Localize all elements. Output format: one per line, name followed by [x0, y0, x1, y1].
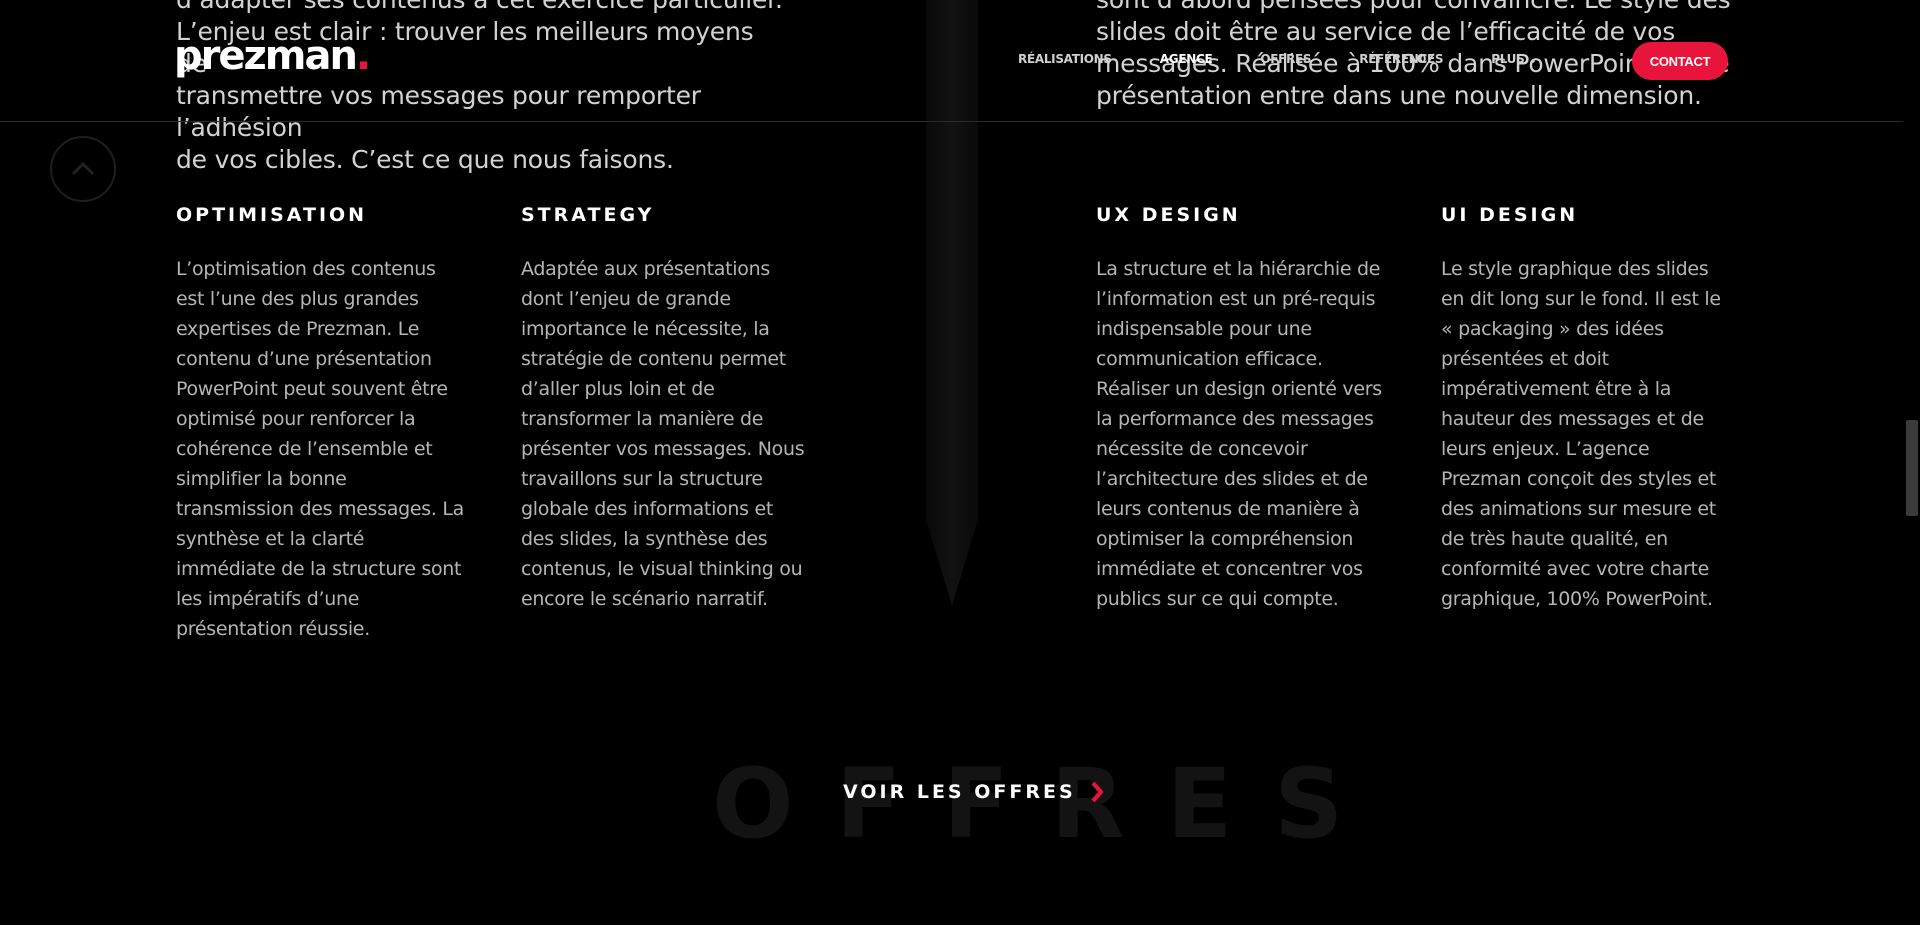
contact-button[interactable]: CONTACT: [1632, 42, 1728, 80]
nav-agence[interactable]: AGENCE: [1143, 44, 1232, 74]
offers-background-word: OFFRES: [712, 748, 1386, 860]
nav-plus-label: PLUS: [1491, 52, 1525, 66]
column-text: Adaptée aux présentations dont l’enjeu d…: [521, 258, 805, 610]
column-title: UI DESIGN: [1441, 204, 1579, 226]
column-text: L’optimisation des contenus est l’une de…: [176, 258, 464, 640]
scrollbar-thumb[interactable]: [1906, 420, 1918, 516]
intro-line: de vos cibles. C’est ce que nous faisons…: [176, 145, 674, 174]
main-nav: RÉALISATIONS AGENCE OFFRES RÉFÉRENCES PL…: [1018, 44, 1585, 74]
nav-offres[interactable]: OFFRES: [1260, 52, 1311, 66]
site-header: prezman. RÉALISATIONS AGENCE OFFRES RÉFÉ…: [0, 0, 1920, 122]
scrollbar-track[interactable]: [1903, 0, 1920, 925]
see-offers-label: VOIR LES OFFRES: [843, 781, 1076, 803]
chevron-right-icon: [1091, 781, 1104, 803]
column-title: UX DESIGN: [1096, 204, 1241, 226]
see-offers-link[interactable]: VOIR LES OFFRES: [843, 781, 1104, 803]
expertise-column-optimisation: OPTIMISATION L’optimisation des contenus…: [176, 200, 466, 644]
nav-references[interactable]: RÉFÉRENCES: [1359, 52, 1443, 66]
column-text: La structure et la hiérarchie de l’infor…: [1096, 258, 1382, 610]
expertise-column-ui-design: UI DESIGN Le style graphique des slides …: [1441, 200, 1731, 614]
nav-realisations[interactable]: RÉALISATIONS: [1018, 52, 1112, 66]
column-text: Le style graphique des slides en dit lon…: [1441, 258, 1721, 610]
nav-plus[interactable]: PLUS ⌄: [1491, 52, 1537, 66]
prezman-logo[interactable]: prezman.: [174, 33, 371, 79]
expertise-column-strategy: STRATEGY Adaptée aux présentations dont …: [521, 200, 811, 614]
column-title: OPTIMISATION: [176, 204, 368, 226]
chevron-up-icon: [71, 161, 95, 176]
column-title: STRATEGY: [521, 204, 655, 226]
logo-dot: .: [355, 33, 371, 79]
expertise-column-ux-design: UX DESIGN La structure et la hiérarchie …: [1096, 200, 1386, 614]
chevron-down-icon: ⌄: [1528, 55, 1537, 66]
logo-text: prezman: [174, 33, 358, 79]
scroll-to-top-button[interactable]: [50, 136, 116, 202]
